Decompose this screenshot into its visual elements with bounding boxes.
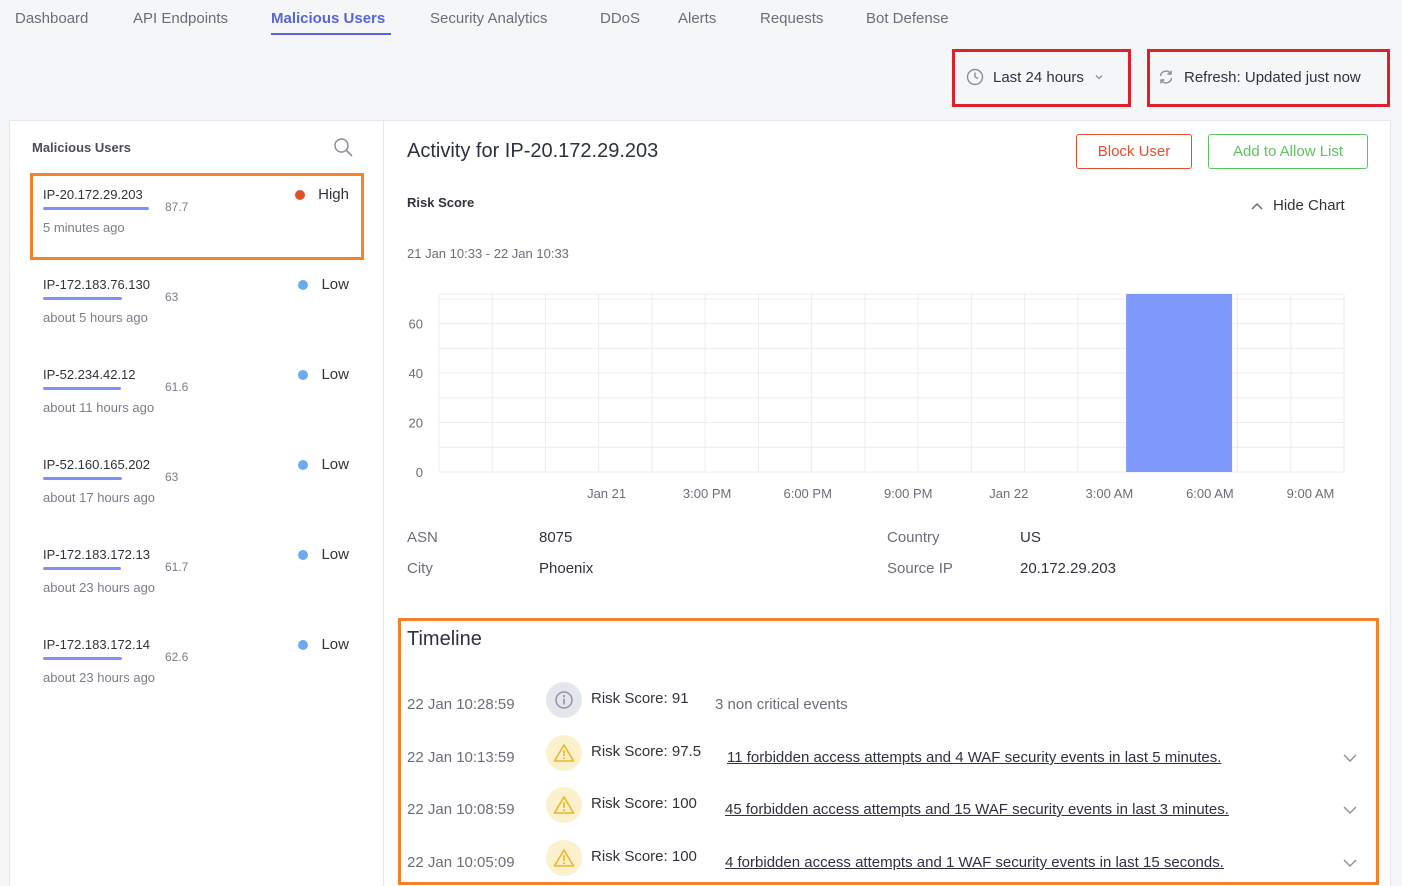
x-tick-label: Jan 22: [989, 486, 1028, 501]
x-tick-label: 6:00 PM: [783, 486, 831, 501]
city-value: Phoenix: [539, 560, 594, 577]
y-tick-label: 40: [409, 366, 423, 381]
tab-dashboard[interactable]: Dashboard: [15, 10, 88, 27]
user-list-item[interactable]: IP-172.183.172.13 61.7 about 23 hours ago L…: [43, 546, 353, 617]
risk-bar: [43, 657, 122, 660]
user-ip: IP-52.234.42.12: [43, 367, 136, 382]
tab-api-endpoints[interactable]: API Endpoints: [133, 10, 228, 27]
y-tick-label: 60: [409, 317, 423, 332]
user-ip: IP-172.183.172.13: [43, 547, 150, 562]
risk-level: Low: [298, 636, 349, 653]
risk-bar-track: [43, 657, 153, 660]
risk-level-label: Low: [321, 276, 349, 293]
highlight-selected-user: [30, 173, 364, 260]
user-ip: IP-172.183.172.14: [43, 637, 150, 652]
risk-bar-track: [43, 477, 153, 480]
block-user-button[interactable]: Block User: [1076, 134, 1192, 169]
search-icon[interactable]: [333, 137, 354, 163]
risk-bar: [43, 477, 123, 480]
risk-bar-track: [43, 387, 153, 390]
highlight-time-range: [952, 49, 1131, 107]
x-tick-label: 6:00 AM: [1186, 486, 1234, 501]
risk-level-dot: [298, 459, 309, 470]
x-tick-label: 3:00 AM: [1086, 486, 1134, 501]
user-ip: IP-52.160.165.202: [43, 457, 150, 472]
risk-bar: [43, 387, 121, 390]
add-to-allow-list-button[interactable]: Add to Allow List: [1208, 134, 1368, 169]
user-list-item[interactable]: IP-52.234.42.12 61.6 about 11 hours ago Low: [43, 366, 353, 437]
x-tick-label: 9:00 PM: [884, 486, 932, 501]
highlight-refresh: [1147, 49, 1390, 107]
x-tick-label: 3:00 PM: [683, 486, 731, 501]
active-tab-indicator: [271, 33, 391, 35]
user-score: 61.7: [165, 560, 189, 574]
risk-level: Low: [298, 366, 349, 383]
source-ip-label: Source IP: [887, 560, 953, 577]
chart-date-range: 21 Jan 10:33 - 22 Jan 10:33: [407, 246, 569, 261]
tab-requests[interactable]: Requests: [760, 10, 823, 27]
risk-level-label: Low: [321, 366, 349, 383]
risk-level: Low: [298, 546, 349, 563]
asn-label: ASN: [407, 529, 438, 546]
risk-level-dot: [298, 549, 309, 560]
tab-alerts[interactable]: Alerts: [678, 10, 716, 27]
user-list-item[interactable]: IP-172.183.76.130 63 about 5 hours ago Low: [43, 276, 353, 347]
user-list-item[interactable]: IP-52.160.165.202 63 about 17 hours ago Low: [43, 456, 353, 527]
asn-value: 8075: [539, 529, 573, 546]
tab-ddos[interactable]: DDoS: [600, 10, 640, 27]
tab-security-analytics[interactable]: Security Analytics: [430, 10, 548, 27]
tab-bot-defense[interactable]: Bot Defense: [866, 10, 949, 27]
country-label: Country: [887, 529, 940, 546]
risk-level: Low: [298, 276, 349, 293]
user-score: 63: [165, 290, 179, 304]
country-value: US: [1020, 529, 1041, 546]
tab-malicious-users[interactable]: Malicious Users: [271, 10, 385, 27]
panel-title: Malicious Users: [32, 140, 131, 155]
y-tick-label: 20: [409, 416, 423, 431]
x-tick-label: 9:00 AM: [1287, 486, 1335, 501]
risk-bar-track: [43, 567, 153, 570]
risk-bar-track: [43, 297, 153, 300]
risk-level: Low: [298, 456, 349, 473]
risk-level-dot: [298, 369, 309, 380]
user-last-seen: about 11 hours ago: [43, 400, 155, 415]
risk-level-dot: [298, 279, 309, 290]
hide-chart-label: Hide Chart: [1273, 197, 1345, 214]
user-last-seen: about 5 hours ago: [43, 310, 148, 325]
hide-chart-toggle[interactable]: Hide Chart: [1250, 197, 1345, 214]
user-score: 63: [165, 470, 179, 484]
chevron-up-icon: [1250, 201, 1264, 211]
activity-title: Activity for IP-20.172.29.203: [407, 140, 659, 162]
city-label: City: [407, 560, 433, 577]
user-list-item[interactable]: IP-172.183.172.14 62.6 about 23 hours ago L…: [43, 636, 353, 707]
y-tick-label: 0: [416, 465, 423, 480]
user-last-seen: about 17 hours ago: [43, 490, 156, 505]
risk-bar: [43, 567, 121, 570]
chart-bar: [1126, 294, 1233, 472]
user-last-seen: about 23 hours ago: [43, 670, 156, 685]
risk-level-label: Low: [321, 636, 349, 653]
chart-title: Risk Score: [407, 195, 475, 210]
user-last-seen: about 23 hours ago: [43, 580, 156, 595]
risk-score-chart: 0 20 40 60 Jan 21 3:00 PM 6:00 PM 9:00 PM Jan 22…: [409, 293, 1345, 501]
user-score: 61.6: [165, 380, 189, 394]
x-tick-label: Jan 21: [587, 486, 626, 501]
highlight-timeline: [398, 618, 1379, 885]
risk-bar: [43, 297, 123, 300]
risk-level-label: Low: [321, 546, 349, 563]
user-ip: IP-172.183.76.130: [43, 277, 150, 292]
risk-level-label: Low: [321, 456, 349, 473]
user-score: 62.6: [165, 650, 189, 664]
source-ip-value: 20.172.29.203: [1020, 560, 1116, 577]
risk-level-dot: [298, 639, 309, 650]
